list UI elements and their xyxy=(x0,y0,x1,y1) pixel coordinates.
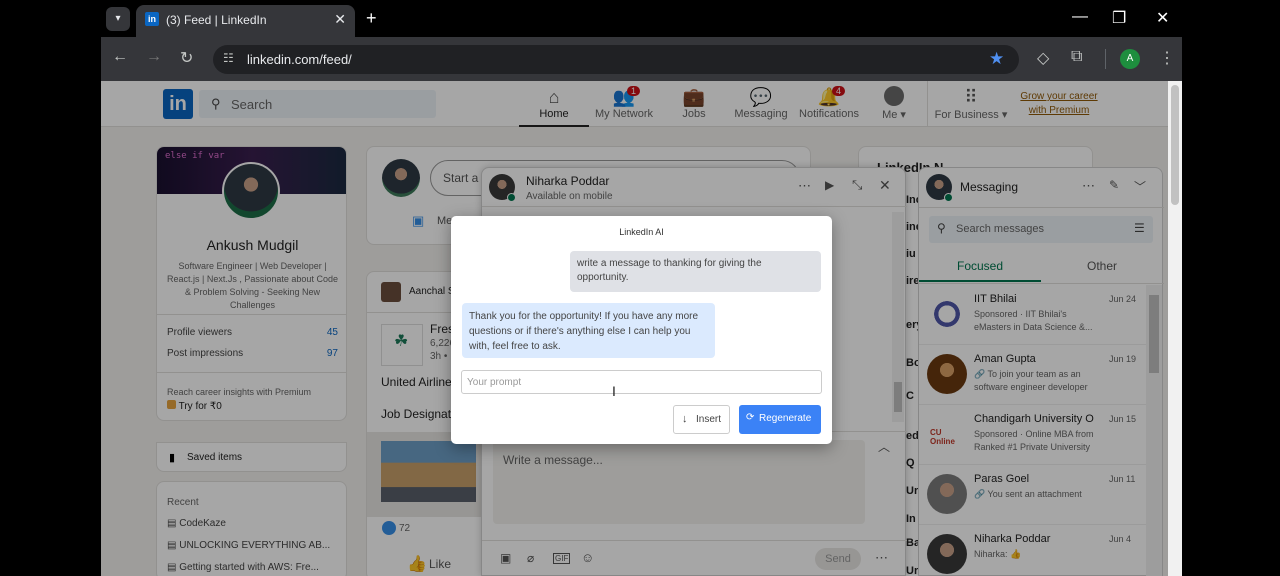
forward-icon[interactable]: → xyxy=(146,48,162,66)
prompt-placeholder: Your prompt xyxy=(467,377,522,388)
profile-avatar[interactable]: A xyxy=(1120,49,1140,69)
site-info-icon[interactable]: ☷ xyxy=(223,51,234,65)
new-tab-icon[interactable]: + xyxy=(366,8,377,29)
insert-arrow-icon: ↓ xyxy=(682,413,688,425)
extensions-puzzle-icon[interactable]: ⧉ xyxy=(1071,48,1082,66)
minimize-icon[interactable]: — xyxy=(1072,8,1088,26)
ai-response-bubble: Thank you for the opportunity! If you ha… xyxy=(462,303,715,358)
toolbar-divider xyxy=(1105,49,1106,69)
text-cursor-icon: I xyxy=(612,383,616,399)
maximize-icon[interactable]: ❐ xyxy=(1112,8,1126,28)
reload-icon[interactable]: ↻ xyxy=(180,48,193,68)
extension-icon[interactable]: ◇ xyxy=(1037,48,1049,68)
ai-modal: LinkedIn AI write a message to thanking … xyxy=(451,216,832,444)
prompt-input[interactable]: Your prompt xyxy=(461,370,822,394)
close-tab-icon[interactable]: ✕ xyxy=(334,11,346,28)
tab-title: (3) Feed | LinkedIn xyxy=(166,13,267,27)
tab-list-button[interactable]: ▾ xyxy=(106,7,130,31)
page-scrollbar[interactable] xyxy=(1168,81,1182,576)
back-icon[interactable]: ← xyxy=(112,48,128,66)
regenerate-label: Regenerate xyxy=(759,413,812,424)
linkedin-favicon-icon: in xyxy=(145,12,159,26)
tab-linkedin[interactable]: in (3) Feed | LinkedIn ✕ xyxy=(136,5,355,37)
page-scroll-thumb[interactable] xyxy=(1171,85,1179,205)
browser-tab-bar: ▾ in (3) Feed | LinkedIn ✕ + — ❐ ✕ xyxy=(0,0,1280,37)
insert-button[interactable]: ↓ Insert xyxy=(673,405,730,434)
url-text: linkedin.com/feed/ xyxy=(247,52,352,67)
browser-toolbar: ← → ↻ ☷ linkedin.com/feed/ ★ ◇ ⧉ A ⋮ xyxy=(101,37,1182,81)
menu-icon[interactable]: ⋮ xyxy=(1159,48,1175,68)
address-bar[interactable]: ☷ linkedin.com/feed/ ★ xyxy=(213,45,1019,74)
close-window-icon[interactable]: ✕ xyxy=(1156,8,1169,28)
regenerate-button[interactable]: ⟳ Regenerate xyxy=(739,405,821,434)
ai-modal-title: LinkedIn AI xyxy=(619,227,664,237)
insert-label: Insert xyxy=(696,414,722,425)
regenerate-icon: ⟳ xyxy=(746,412,755,423)
user-prompt-bubble: write a message to thanking for giving t… xyxy=(570,251,821,292)
bookmark-star-icon[interactable]: ★ xyxy=(989,49,1004,69)
linkedin-page: in ⚲ Search ⌂ Home 👥 My Network 1 💼 Jobs 💬 Messa… xyxy=(101,81,1168,576)
